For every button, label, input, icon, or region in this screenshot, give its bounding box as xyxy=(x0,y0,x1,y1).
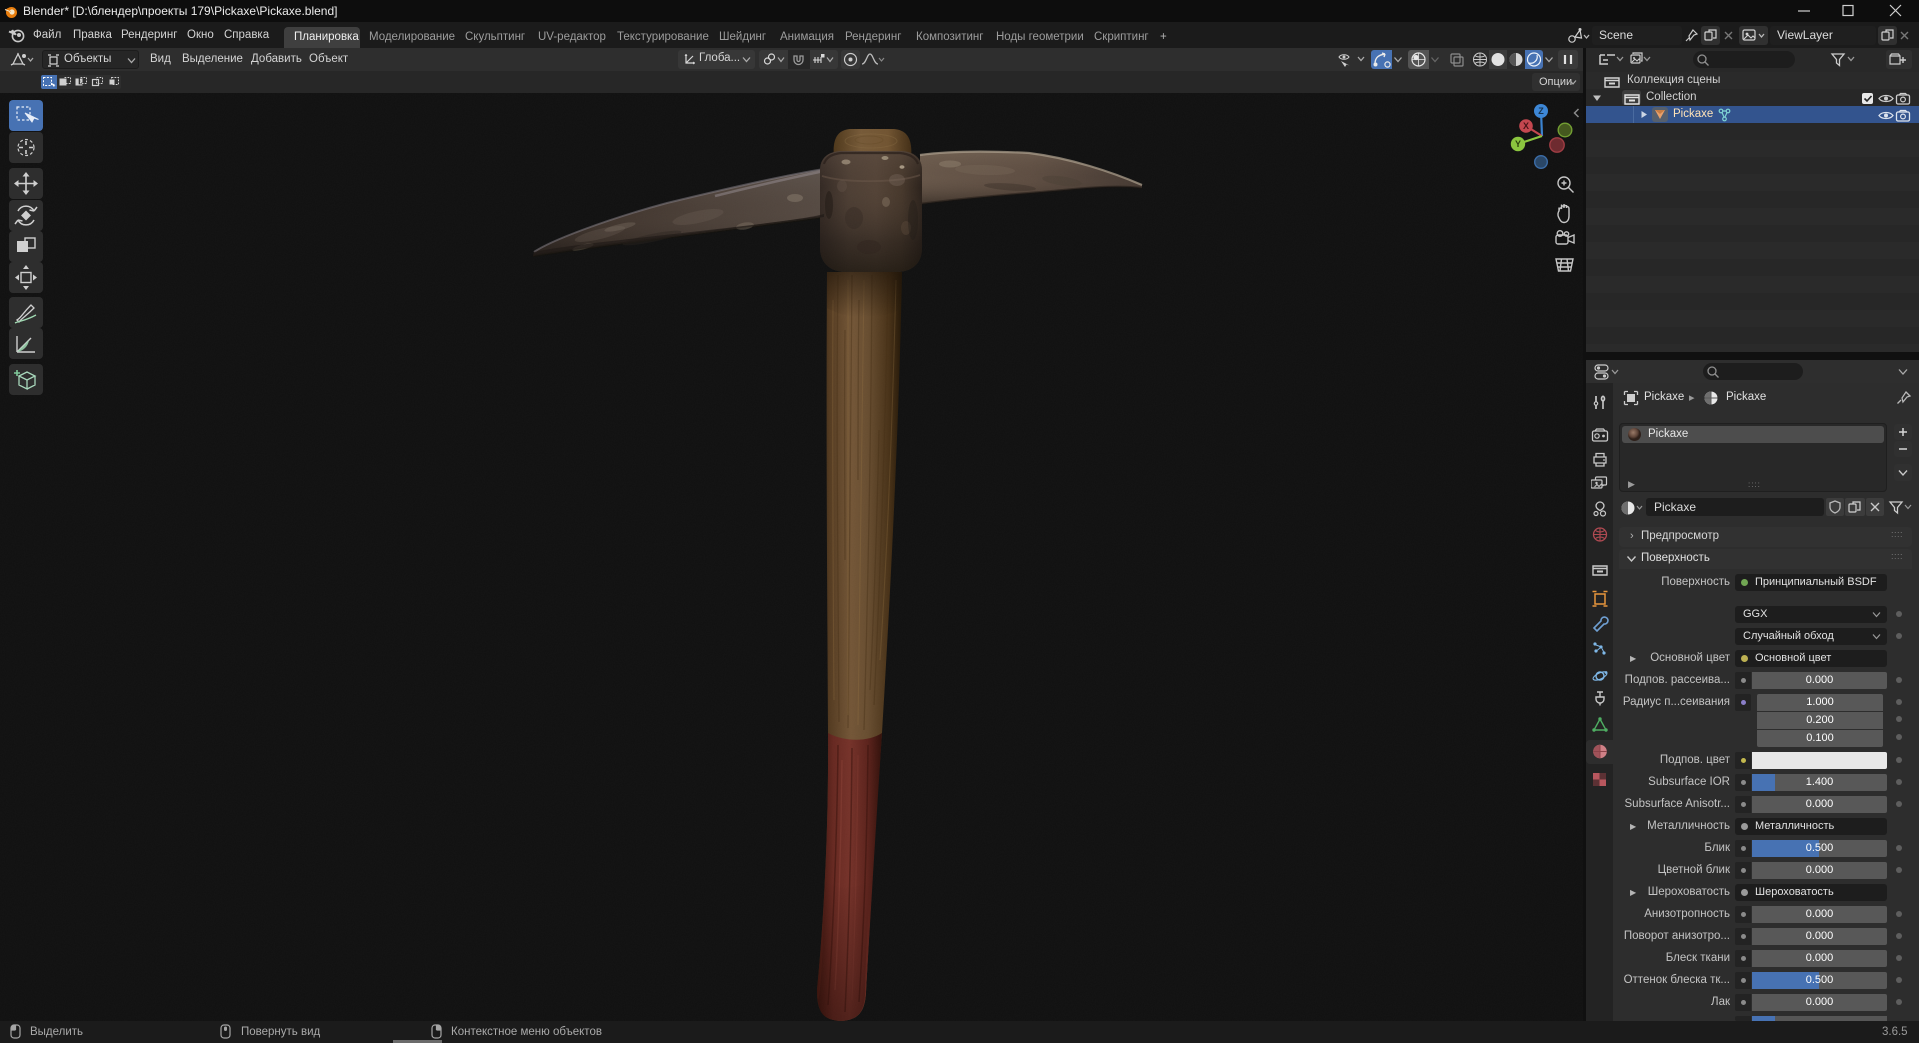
svg-text:Z: Z xyxy=(1538,106,1544,116)
svg-text:Y: Y xyxy=(1515,139,1521,149)
svg-text:X: X xyxy=(1523,121,1529,131)
